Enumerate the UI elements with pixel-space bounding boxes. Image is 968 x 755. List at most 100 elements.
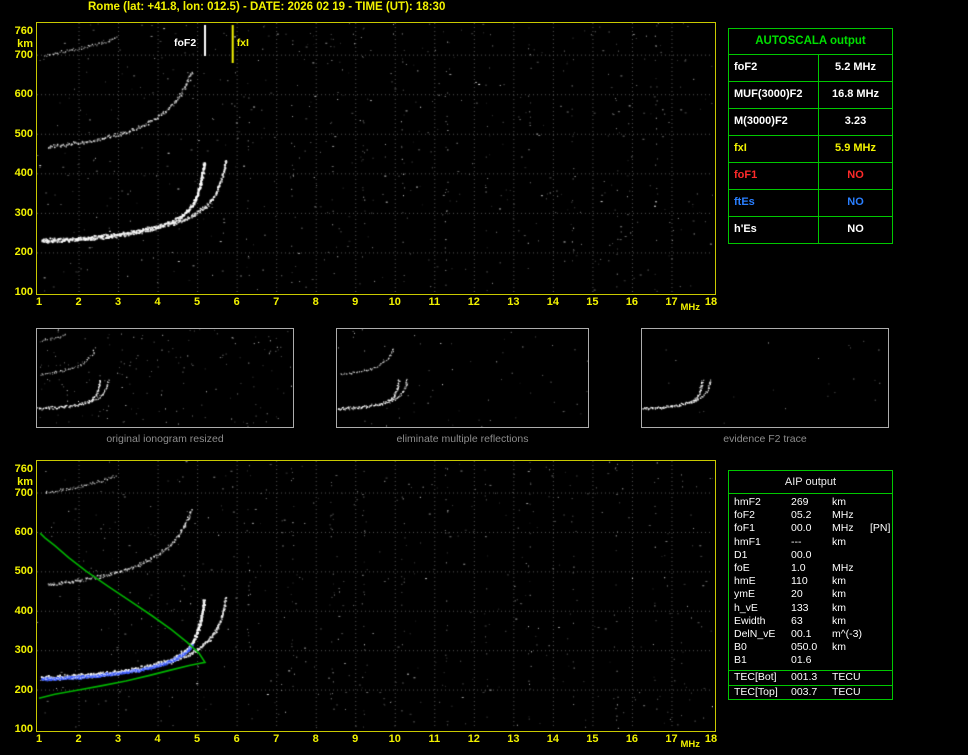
thumbnail-original-ionogram <box>36 328 294 428</box>
autoscala-param-name: h'Es <box>729 217 819 243</box>
aip-extra <box>870 536 892 549</box>
aip-unit: TECU <box>832 685 861 698</box>
aip-row-hme: hmE 110 km <box>729 575 892 588</box>
aip-value: 20 <box>791 588 803 601</box>
aip-label: hmF2 <box>734 496 761 508</box>
bottom-x-tick-5: 5 <box>194 733 201 745</box>
autoscala-param-value: 5.2 MHz <box>835 61 876 73</box>
aip-label: TEC[Bot] <box>734 671 777 684</box>
autoscala-row-muf3000f2: MUF(3000)F2 16.8 MHz <box>729 82 892 109</box>
aip-extra <box>870 549 892 562</box>
bottom-y-tick-760: 760 <box>14 462 33 475</box>
aip-unit <box>832 549 870 562</box>
thumbnail-caption-eliminate: eliminate multiple reflections <box>396 433 529 445</box>
aip-unit: m^(-3) <box>832 627 863 640</box>
aip-label: hmE <box>734 575 756 588</box>
autoscala-row-fof2: foF2 5.2 MHz <box>729 55 892 82</box>
aip-label: foF1 <box>734 522 756 535</box>
top-x-tick-7: 7 <box>273 296 280 308</box>
autoscala-row-ftes: ftEs NO <box>729 190 892 217</box>
thumbnail-eliminate-canvas <box>337 329 588 427</box>
aip-unit <box>832 654 870 667</box>
top-y-tick-600: 600 <box>14 88 33 101</box>
bottom-x-tick-14: 14 <box>546 733 559 745</box>
bottom-y-tick-300: 300 <box>14 644 33 657</box>
aip-extra <box>870 628 892 641</box>
aip-label: foE <box>734 561 750 574</box>
aip-value: 1.0 <box>791 561 806 574</box>
autoscala-param-value: 16.8 MHz <box>831 88 880 100</box>
ionogram-main-canvas <box>37 23 713 292</box>
bottom-x-tick-18: 18 <box>704 733 718 745</box>
autoscala-output-screen: { "header": { "title": "Rome (lat: +41.8… <box>0 0 968 755</box>
aip-unit: km <box>832 575 846 588</box>
aip-row-delnve: DelN_vE 00.1 m^(-3) <box>729 628 892 641</box>
autoscala-param-name: foF1 <box>729 163 819 189</box>
top-y-unit-label: km <box>17 37 33 50</box>
aip-rows: hmF2 269 km foF2 05.2 MHz foF1 00.0 MHz [PN] hmF1 -… <box>729 494 892 670</box>
bottom-x-tick-6: 6 <box>233 733 240 745</box>
top-y-tick-700: 700 <box>14 48 33 61</box>
top-x-tick-6: 6 <box>233 296 240 308</box>
thumbnail-evidence-canvas <box>642 329 888 427</box>
aip-output-table: AIP output hmF2 269 km foF2 05.2 MHz foF1 00.0 M… <box>728 470 893 701</box>
bottom-x-tick-15: 15 <box>586 733 599 745</box>
autoscala-param-name: MUF(3000)F2 <box>729 82 819 108</box>
aip-extra <box>870 686 892 700</box>
aip-value: 269 <box>791 496 809 508</box>
autoscala-param-value: NO <box>847 223 864 235</box>
bottom-x-tick-7: 7 <box>273 733 280 745</box>
bottom-x-tick-16: 16 <box>625 733 639 745</box>
aip-row-d1: D1 00.0 <box>729 549 892 562</box>
bottom-x-tick-4: 4 <box>154 733 161 745</box>
autoscala-param-value: 3.23 <box>844 115 867 127</box>
top-y-tick-500: 500 <box>14 127 33 140</box>
top-x-tick-16: 16 <box>625 296 639 308</box>
autoscala-row-m3000f2: M(3000)F2 3.23 <box>729 109 892 136</box>
aip-row-fof2: foF2 05.2 MHz <box>729 509 892 522</box>
aip-value: 63 <box>791 614 803 627</box>
top-x-tick-14: 14 <box>546 296 559 308</box>
bottom-y-unit-label: km <box>17 475 33 488</box>
top-y-tick-760: 760 <box>14 24 33 37</box>
aip-value: 133 <box>791 601 809 614</box>
bottom-x-tick-8: 8 <box>312 733 319 745</box>
top-y-tick-200: 200 <box>14 246 33 259</box>
aip-unit: km <box>832 641 846 654</box>
aip-value: 001.3 <box>791 671 818 684</box>
aip-extra <box>870 496 892 509</box>
aip-value: 003.7 <box>791 685 818 698</box>
thumbnail-original-canvas <box>37 329 293 427</box>
aip-label: TEC[Top] <box>734 685 778 698</box>
aip-unit: km <box>832 614 846 627</box>
top-x-tick-5: 5 <box>194 296 201 308</box>
thumbnail-caption-evidence: evidence F2 trace <box>723 433 807 445</box>
bottom-x-tick-11: 11 <box>428 733 441 745</box>
top-x-tick-3: 3 <box>114 296 122 308</box>
aip-extra <box>870 588 892 601</box>
aip-extra <box>870 671 892 685</box>
aip-row-foe: foE 1.0 MHz <box>729 562 892 575</box>
thumbnail-eliminate-reflections <box>336 328 589 428</box>
top-x-tick-18: 18 <box>704 296 718 308</box>
aip-label: Ewidth <box>734 614 766 627</box>
aip-label: ymE <box>734 588 755 601</box>
aip-value: --- <box>791 535 802 548</box>
top-y-tick-400: 400 <box>14 167 33 180</box>
aip-unit: MHz <box>832 561 854 574</box>
bottom-y-tick-600: 600 <box>14 525 33 538</box>
aip-value: 05.2 <box>791 509 812 522</box>
autoscala-param-name: foF2 <box>729 55 819 81</box>
aip-value: 050.0 <box>791 641 818 654</box>
aip-extra <box>870 602 892 615</box>
thumbnail-evidence-f2 <box>641 328 889 428</box>
top-x-tick-15: 15 <box>586 296 599 308</box>
autoscala-param-value: NO <box>847 196 864 208</box>
aip-row-hmf1: hmF1 --- km <box>729 536 892 549</box>
top-x-tick-2: 2 <box>75 296 82 308</box>
bottom-x-tick-10: 10 <box>388 733 401 745</box>
aip-unit: km <box>832 496 846 508</box>
ionogram-profile-plot <box>36 460 716 732</box>
aip-extra <box>870 641 892 654</box>
bottom-x-tick-1: 1 <box>35 733 43 745</box>
